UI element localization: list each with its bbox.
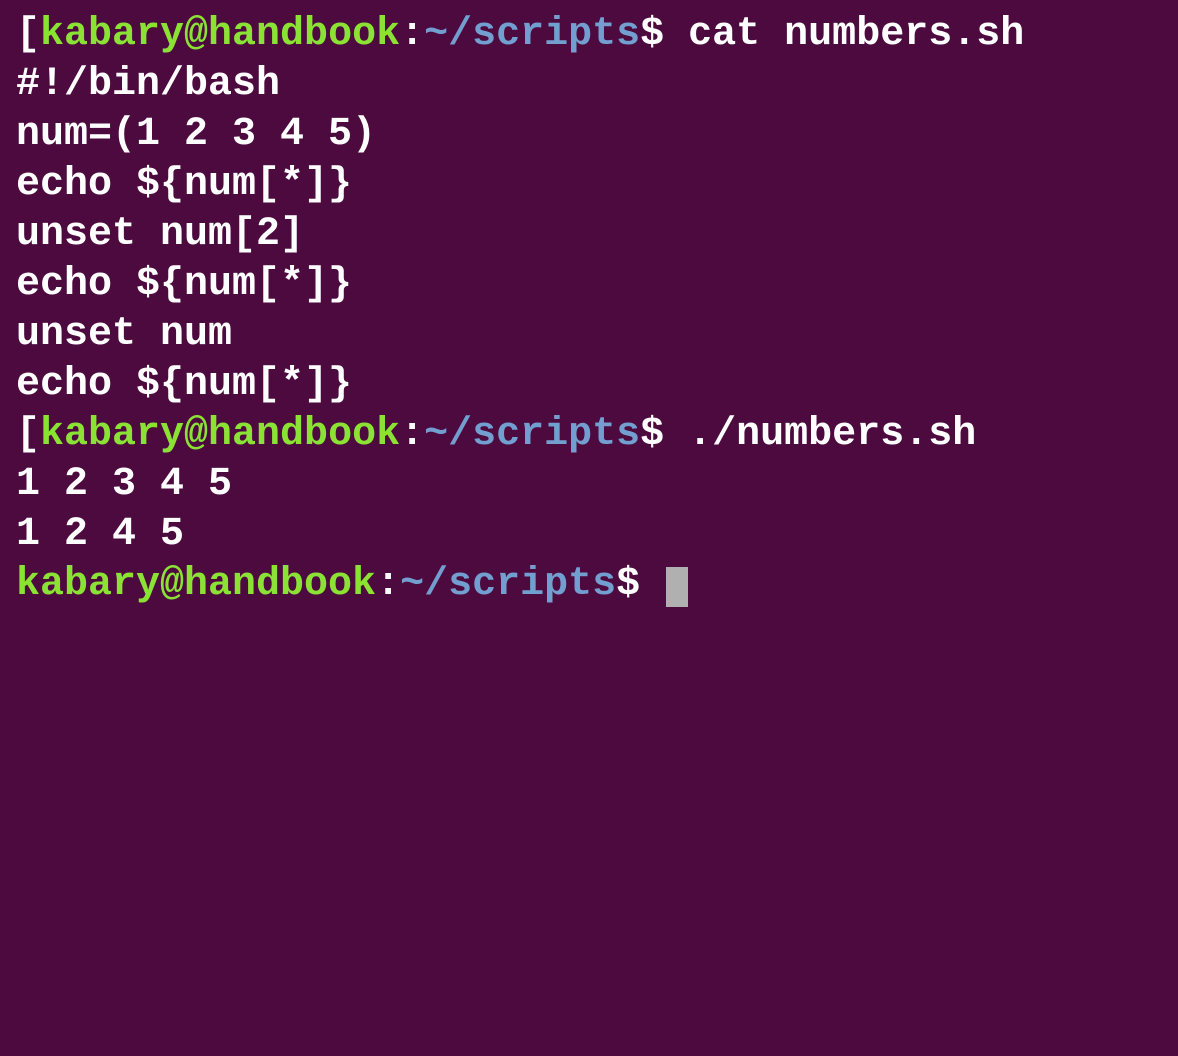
prompt-user-host: kabary@handbook — [40, 412, 400, 457]
command-text: cat numbers.sh — [664, 12, 1024, 57]
script-line: echo ${num[*]} — [16, 360, 1162, 410]
script-line: num=(1 2 3 4 5) — [16, 110, 1162, 160]
prompt-path: ~/scripts — [424, 412, 640, 457]
output-line: 1 2 3 4 5 — [16, 460, 1162, 510]
script-line: echo ${num[*]} — [16, 260, 1162, 310]
cursor-icon — [666, 567, 688, 607]
prompt-dollar: $ — [640, 412, 664, 457]
prompt-colon: : — [400, 12, 424, 57]
prompt-dollar: $ — [640, 12, 664, 57]
script-line: unset num[2] — [16, 210, 1162, 260]
prompt-colon: : — [400, 412, 424, 457]
command-text — [640, 562, 664, 607]
prompt-user-host: kabary@handbook — [40, 12, 400, 57]
prompt-line-2[interactable]: [kabary@handbook:~/scripts$ ./numbers.sh — [16, 410, 1162, 460]
prompt-dollar: $ — [616, 562, 640, 607]
prompt-line-3[interactable]: kabary@handbook:~/scripts$ — [16, 560, 1162, 610]
script-line: #!/bin/bash — [16, 60, 1162, 110]
output-line: 1 2 4 5 — [16, 510, 1162, 560]
script-line: unset num — [16, 310, 1162, 360]
script-line: echo ${num[*]} — [16, 160, 1162, 210]
command-text: ./numbers.sh — [664, 412, 976, 457]
prompt-line-1[interactable]: [kabary@handbook:~/scripts$ cat numbers.… — [16, 10, 1162, 60]
bracket-open: [ — [16, 12, 40, 57]
prompt-user-host: kabary@handbook — [16, 562, 376, 607]
prompt-path: ~/scripts — [400, 562, 616, 607]
bracket-open: [ — [16, 412, 40, 457]
prompt-path: ~/scripts — [424, 12, 640, 57]
prompt-colon: : — [376, 562, 400, 607]
